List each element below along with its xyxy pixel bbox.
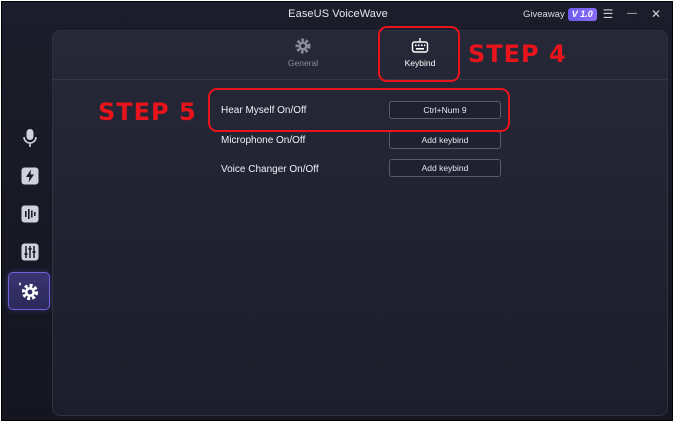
tabs-divider xyxy=(53,79,667,80)
step4-label: STEP 4 xyxy=(468,40,567,68)
settings-gear-icon xyxy=(19,282,39,301)
keybind-label-microphone: Microphone On/Off xyxy=(221,135,306,146)
menu-button[interactable]: ☰ xyxy=(600,6,616,22)
step5-label: STEP 5 xyxy=(98,98,197,126)
close-icon: ✕ xyxy=(650,7,662,21)
step4-highlight-box xyxy=(378,26,460,82)
sidebar xyxy=(2,26,52,422)
app-window: EaseUS VoiceWave Giveaway V 1.0 ☰ — ✕ Ge… xyxy=(1,1,673,421)
equalizer-icon xyxy=(21,243,39,261)
minimize-icon: — xyxy=(627,8,637,19)
keybind-button-microphone[interactable]: Add keybind xyxy=(389,131,501,149)
tab-general[interactable]: General xyxy=(263,37,343,79)
sidebar-item-mixer[interactable] xyxy=(12,234,48,270)
giveaway-button[interactable]: Giveaway V 1.0 xyxy=(523,7,597,21)
sidebar-item-soundboard[interactable] xyxy=(12,196,48,232)
giveaway-label: Giveaway xyxy=(523,8,565,20)
keybind-label-voice-changer: Voice Changer On/Off xyxy=(221,164,319,175)
sidebar-item-effects[interactable] xyxy=(12,158,48,194)
step5-highlight-box xyxy=(208,88,510,132)
version-badge: V 1.0 xyxy=(567,7,597,21)
title-bar: EaseUS VoiceWave Giveaway V 1.0 ☰ — ✕ xyxy=(2,2,674,26)
minimize-button[interactable]: — xyxy=(624,6,640,22)
gear-icon xyxy=(295,38,311,54)
close-button[interactable]: ✕ xyxy=(648,6,664,22)
hamburger-menu-icon: ☰ xyxy=(602,7,614,21)
lightning-icon xyxy=(21,167,39,185)
tab-general-label: General xyxy=(287,58,319,68)
microphone-icon xyxy=(23,129,37,147)
keybind-button-voice-changer[interactable]: Add keybind xyxy=(389,159,501,177)
sidebar-item-microphone[interactable] xyxy=(12,120,48,156)
sidebar-item-settings[interactable] xyxy=(8,272,50,310)
soundboard-icon xyxy=(21,205,39,223)
